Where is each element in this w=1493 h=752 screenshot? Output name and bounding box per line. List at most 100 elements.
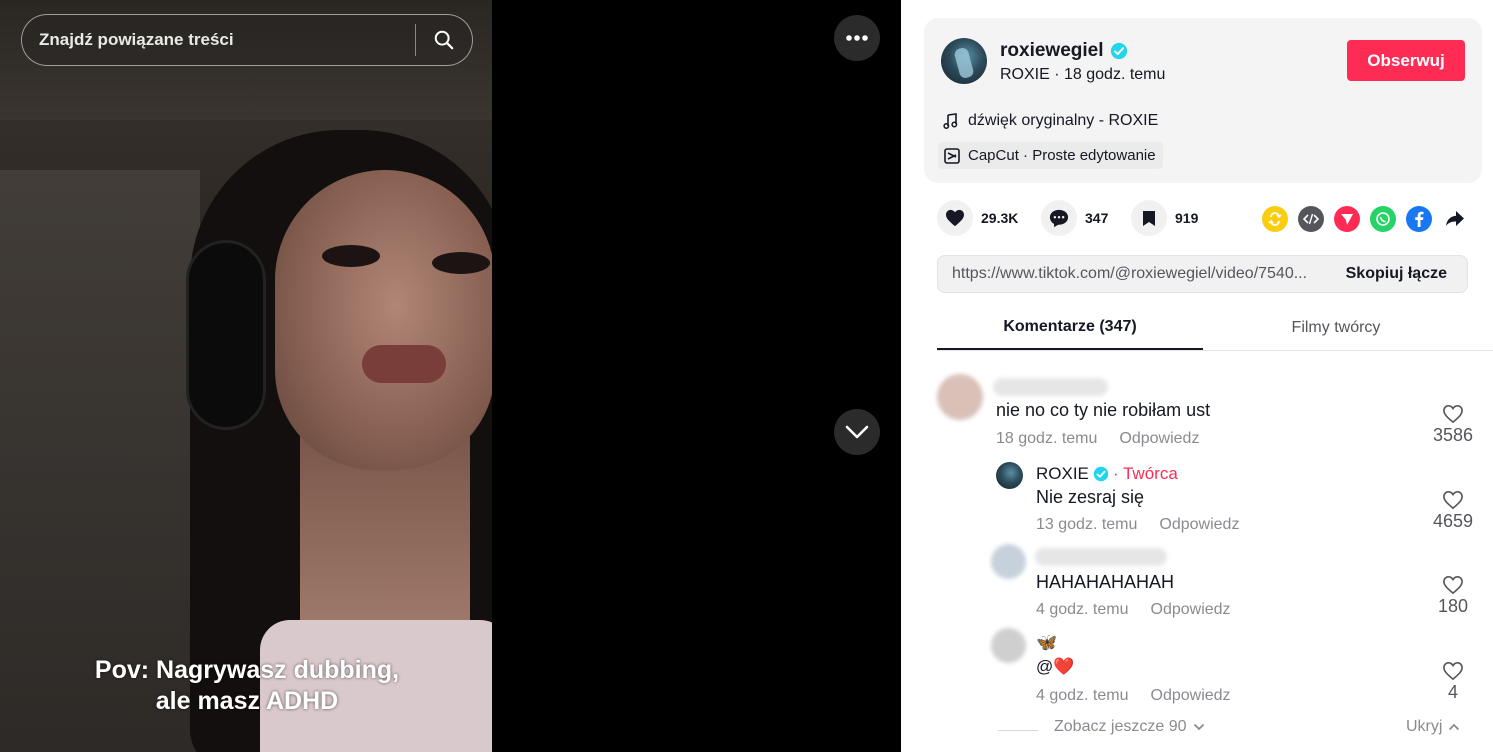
action-bar: 29.3K 347 919 bbox=[937, 200, 1477, 238]
reply-button[interactable]: Odpowiedz bbox=[1119, 430, 1199, 448]
creator-tag: · Twórca bbox=[1112, 464, 1178, 483]
video-link-box: https://www.tiktok.com/@roxiewegiel/vide… bbox=[937, 255, 1468, 293]
more-options-button[interactable] bbox=[834, 15, 880, 61]
heart-icon bbox=[946, 209, 964, 227]
capcut-tag[interactable]: CapCut · Proste edytowanie bbox=[938, 142, 1163, 169]
video-subject-eye bbox=[432, 252, 490, 274]
tab-bar: Komentarze (347) Filmy twórcy bbox=[937, 305, 1493, 351]
reply-button[interactable]: Odpowiedz bbox=[1151, 601, 1231, 619]
follow-button[interactable]: Obserwuj bbox=[1347, 40, 1465, 81]
comment-meta: 13 godz. temu Odpowiedz bbox=[1036, 516, 1239, 534]
music-row[interactable]: dźwięk oryginalny - ROXIE bbox=[943, 112, 1158, 130]
search-input[interactable]: Znajdź powiązane treści bbox=[21, 14, 473, 66]
video-subject-eye bbox=[322, 245, 380, 267]
share-more-button[interactable] bbox=[1442, 206, 1468, 232]
caption-line: Pov: Nagrywasz dubbing, bbox=[94, 656, 400, 684]
comment-like-count: 4659 bbox=[1432, 511, 1474, 531]
like-button[interactable] bbox=[937, 200, 973, 236]
author-subline: ROXIE · 18 godz. temu bbox=[1000, 66, 1166, 83]
capcut-label[interactable]: CapCut · Proste edytowanie bbox=[968, 147, 1156, 164]
comment-time: 4 godz. temu bbox=[1036, 687, 1129, 704]
like-count: 29.3K bbox=[981, 210, 1019, 226]
capcut-icon bbox=[944, 147, 960, 164]
comment-like-count: 3586 bbox=[1432, 425, 1474, 445]
like-action[interactable]: 29.3K bbox=[937, 200, 1018, 236]
caption-line: ale masz ADHD bbox=[155, 687, 339, 715]
commenter-avatar[interactable] bbox=[937, 374, 983, 420]
comment-text: @❤️ bbox=[1036, 657, 1075, 676]
author-avatar[interactable] bbox=[941, 38, 987, 84]
comment-count: 347 bbox=[1085, 210, 1109, 226]
heart-outline-icon bbox=[1443, 490, 1463, 510]
commenter-avatar[interactable] bbox=[991, 628, 1026, 663]
comment-time: 18 godz. temu bbox=[996, 430, 1098, 447]
music-title[interactable]: dźwięk oryginalny - ROXIE bbox=[968, 112, 1158, 130]
comment-button[interactable] bbox=[1041, 200, 1077, 236]
comment-action[interactable]: 347 bbox=[1041, 200, 1108, 236]
search-placeholder: Znajdź powiązane treści bbox=[39, 30, 234, 49]
comment-meta: 4 godz. temu Odpowiedz bbox=[1036, 687, 1231, 705]
see-more-label[interactable]: Zobacz jeszcze 90 bbox=[1054, 718, 1187, 736]
reply-button[interactable]: Odpowiedz bbox=[1151, 687, 1231, 705]
more-dots-icon bbox=[846, 35, 868, 41]
chevron-up-icon bbox=[1449, 723, 1460, 731]
chevron-down-icon bbox=[1193, 723, 1204, 731]
search-button[interactable] bbox=[416, 14, 472, 66]
whatsapp-icon bbox=[1376, 212, 1390, 226]
next-video-button[interactable] bbox=[834, 409, 880, 455]
verified-badge-icon bbox=[1110, 42, 1127, 60]
video-area: Pov: Nagrywasz dubbing, ale masz ADHD Zn… bbox=[0, 0, 901, 752]
author-username-row[interactable]: roxiewegiel bbox=[1000, 40, 1128, 62]
comment-like-button[interactable]: 4659 bbox=[1423, 490, 1483, 532]
comment-meta: 4 godz. temu Odpowiedz bbox=[1036, 601, 1231, 619]
facebook-button[interactable] bbox=[1406, 206, 1432, 232]
send-button[interactable] bbox=[1334, 206, 1360, 232]
comment-like-count: 180 bbox=[1437, 596, 1469, 616]
comment-bubble-icon bbox=[1049, 209, 1069, 227]
comment-like-count: 4 bbox=[1447, 682, 1458, 702]
heart-outline-icon bbox=[1443, 575, 1463, 595]
details-panel: roxiewegiel ROXIE · 18 godz. temu Obserw… bbox=[901, 0, 1493, 752]
comment-time: 4 godz. temu bbox=[1036, 601, 1129, 618]
comment-text: nie no co ty nie robiłam ust bbox=[996, 400, 1211, 420]
send-icon bbox=[1341, 214, 1353, 225]
embed-button[interactable] bbox=[1298, 206, 1324, 232]
comment-time: 13 godz. temu bbox=[1036, 516, 1138, 533]
video-player[interactable]: Pov: Nagrywasz dubbing, ale masz ADHD bbox=[0, 0, 492, 752]
reply-author[interactable]: ROXIE bbox=[1036, 464, 1089, 484]
comment-like-button[interactable]: 180 bbox=[1423, 575, 1483, 617]
video-subject-lips bbox=[362, 345, 446, 383]
music-note-icon bbox=[943, 113, 958, 129]
commenter-name-redacted bbox=[993, 378, 1108, 396]
heart-outline-icon bbox=[1443, 404, 1463, 424]
tab-comments[interactable]: Komentarze (347) bbox=[937, 305, 1203, 350]
video-subject-headphones bbox=[186, 240, 266, 430]
repost-icon bbox=[1268, 212, 1282, 226]
hide-label[interactable]: Ukryj bbox=[1406, 718, 1442, 736]
whatsapp-button[interactable] bbox=[1370, 206, 1396, 232]
copy-link-button[interactable]: Skopiuj łącze bbox=[1336, 265, 1467, 283]
reply-button[interactable]: Odpowiedz bbox=[1159, 516, 1239, 534]
comment-like-button[interactable]: 4 bbox=[1423, 661, 1483, 703]
commenter-avatar[interactable] bbox=[991, 544, 1026, 579]
bookmark-icon bbox=[1143, 210, 1155, 226]
embed-icon bbox=[1303, 213, 1319, 225]
comment-text: 🦋 bbox=[1036, 633, 1058, 652]
comment-like-button[interactable]: 3586 bbox=[1423, 404, 1483, 446]
share-arrow-icon bbox=[1446, 211, 1464, 226]
save-action[interactable]: 919 bbox=[1131, 200, 1198, 236]
repost-button[interactable] bbox=[1262, 206, 1288, 232]
verified-badge-icon bbox=[1093, 466, 1109, 482]
chevron-down-icon bbox=[845, 425, 869, 439]
author-username[interactable]: roxiewegiel bbox=[1000, 40, 1104, 62]
facebook-icon bbox=[1415, 211, 1424, 227]
heart-outline-icon bbox=[1443, 661, 1463, 681]
video-link-url[interactable]: https://www.tiktok.com/@roxiewegiel/vide… bbox=[938, 265, 1336, 283]
author-card: roxiewegiel ROXIE · 18 godz. temu Obserw… bbox=[924, 18, 1482, 183]
see-more-replies-button[interactable]: Zobacz jeszcze 90 bbox=[1054, 718, 1205, 736]
creator-avatar[interactable] bbox=[996, 462, 1023, 489]
tab-creator-videos[interactable]: Filmy twórcy bbox=[1203, 305, 1469, 350]
comment-text: HAHAHAHAHAH bbox=[1036, 572, 1175, 592]
hide-replies-button[interactable]: Ukryj bbox=[1406, 718, 1460, 736]
save-button[interactable] bbox=[1131, 200, 1167, 236]
